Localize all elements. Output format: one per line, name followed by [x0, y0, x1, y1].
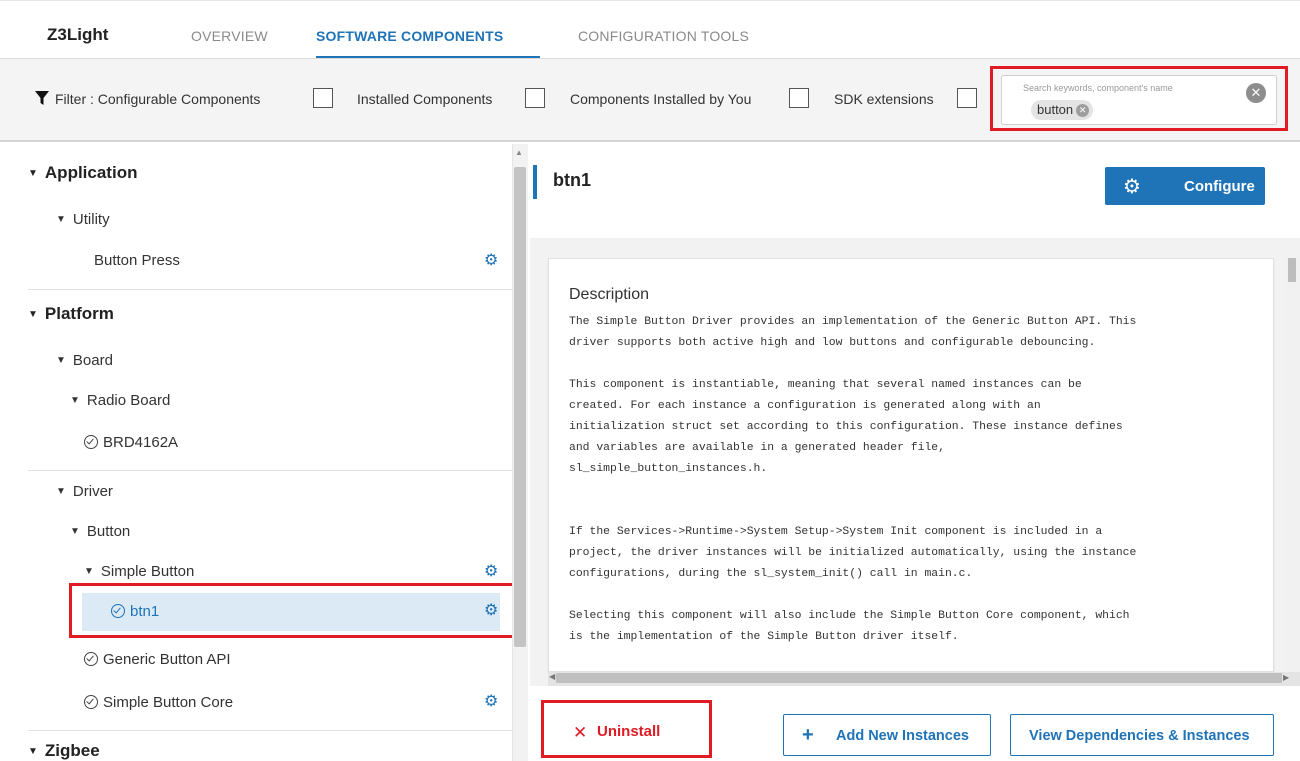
installed-components-label: Installed Components	[357, 91, 493, 107]
title-accent-bar	[533, 165, 537, 199]
tree-section-application[interactable]: ▼ Application	[28, 163, 137, 183]
installed-by-you-label: Components Installed by You	[570, 91, 752, 107]
view-dependencies-button[interactable]: View Dependencies & Instances	[1010, 714, 1274, 756]
tab-overview[interactable]: OVERVIEW	[191, 28, 268, 44]
scroll-right-arrow-icon[interactable]: ▶	[1283, 673, 1289, 682]
filter-label: Filter : Configurable Components	[55, 91, 260, 107]
tree-section-zigbee[interactable]: ▼ Zigbee	[28, 741, 100, 761]
add-new-instances-label: Add New Instances	[836, 728, 969, 744]
installed-components-checkbox[interactable]	[525, 88, 545, 108]
caret-down-icon: ▼	[70, 526, 80, 537]
filter-configurable-label: Configurable Components	[97, 91, 261, 107]
installed-check-icon	[84, 652, 98, 666]
tree-section-platform[interactable]: ▼ Platform	[28, 304, 114, 324]
caret-down-icon: ▼	[70, 395, 80, 406]
plus-icon: +	[802, 724, 814, 746]
uninstall-highlight-box	[541, 700, 712, 758]
caret-down-icon: ▼	[28, 168, 38, 179]
description-paragraph: The Simple Button Driver provides an imp…	[569, 316, 1137, 349]
divider	[28, 289, 512, 290]
configurable-components-checkbox[interactable]	[313, 88, 333, 108]
btn1-highlight-box	[69, 583, 525, 638]
add-new-instances-button[interactable]: + Add New Instances	[783, 714, 991, 756]
caret-down-icon: ▼	[84, 566, 94, 577]
caret-down-icon: ▼	[28, 309, 38, 320]
tree-node-radio-board[interactable]: ▼ Radio Board	[70, 392, 170, 409]
horizontal-scrollbar-thumb[interactable]	[556, 673, 1282, 683]
configure-label: Configure	[1184, 178, 1255, 195]
sdk-extensions-checkbox[interactable]	[957, 88, 977, 108]
description-paragraph: If the Services->Runtime->System Setup->…	[569, 526, 1137, 580]
description-heading: Description	[569, 286, 650, 303]
tab-software-components[interactable]: SOFTWARE COMPONENTS	[316, 28, 503, 44]
tree-node-driver[interactable]: ▼ Driver	[56, 483, 113, 500]
filter-prefix: Filter :	[55, 91, 94, 107]
configure-button[interactable]: ⚙ Configure	[1105, 167, 1265, 205]
app-title: Z3Light	[47, 25, 109, 44]
installed-check-icon	[84, 435, 98, 449]
configure-gear-icon[interactable]: ⚙	[484, 561, 498, 581]
installed-by-you-checkbox[interactable]	[789, 88, 809, 108]
component-title: btn1	[553, 170, 591, 190]
divider	[28, 730, 512, 731]
caret-down-icon: ▼	[56, 355, 66, 366]
tree-scrollbar-thumb[interactable]	[514, 167, 526, 647]
scroll-up-arrow-icon[interactable]: ▲	[515, 148, 523, 157]
tree-node-board[interactable]: ▼ Board	[56, 352, 113, 369]
description-paragraph: Selecting this component will also inclu…	[569, 610, 1130, 643]
caret-down-icon: ▼	[56, 214, 66, 225]
caret-down-icon: ▼	[56, 486, 66, 497]
configure-gear-icon[interactable]: ⚙	[484, 691, 498, 711]
view-dependencies-label: View Dependencies & Instances	[1029, 728, 1250, 744]
caret-down-icon: ▼	[28, 746, 38, 757]
tab-configuration-tools[interactable]: CONFIGURATION TOOLS	[578, 28, 749, 44]
description-scrollbar-thumb[interactable]	[1288, 258, 1296, 282]
tree-item-generic-button-api[interactable]: Generic Button API	[84, 650, 231, 668]
top-nav-bar: Z3Light OVERVIEW SOFTWARE COMPONENTS CON…	[0, 0, 1300, 59]
filter-funnel-icon	[35, 91, 49, 105]
sdk-extensions-label: SDK extensions	[834, 91, 934, 107]
component-tree: ▼ Application ▼ Utility Button Press ⚙ ▼ Pl…	[0, 144, 512, 761]
tree-node-button[interactable]: ▼ Button	[70, 523, 130, 540]
description-card: Description The Simple Button Driver pro…	[548, 258, 1274, 672]
divider	[28, 470, 512, 471]
tree-item-simple-button-core[interactable]: Simple Button Core	[84, 693, 233, 711]
description-paragraph: This component is instantiable, meaning …	[569, 379, 1123, 475]
scroll-left-arrow-icon[interactable]: ◀	[549, 672, 555, 681]
search-highlight-box	[990, 66, 1288, 131]
description-scrollbar[interactable]	[1284, 258, 1300, 672]
tree-node-simple-button[interactable]: ▼ Simple Button	[84, 563, 194, 580]
installed-check-icon	[84, 695, 98, 709]
configure-gear-icon[interactable]: ⚙	[484, 250, 498, 270]
tree-item-brd4162a[interactable]: BRD4162A	[84, 433, 178, 451]
gear-icon: ⚙	[1123, 176, 1141, 198]
tree-item-button-press[interactable]: Button Press	[94, 252, 180, 269]
tree-node-utility[interactable]: ▼ Utility	[56, 211, 110, 228]
